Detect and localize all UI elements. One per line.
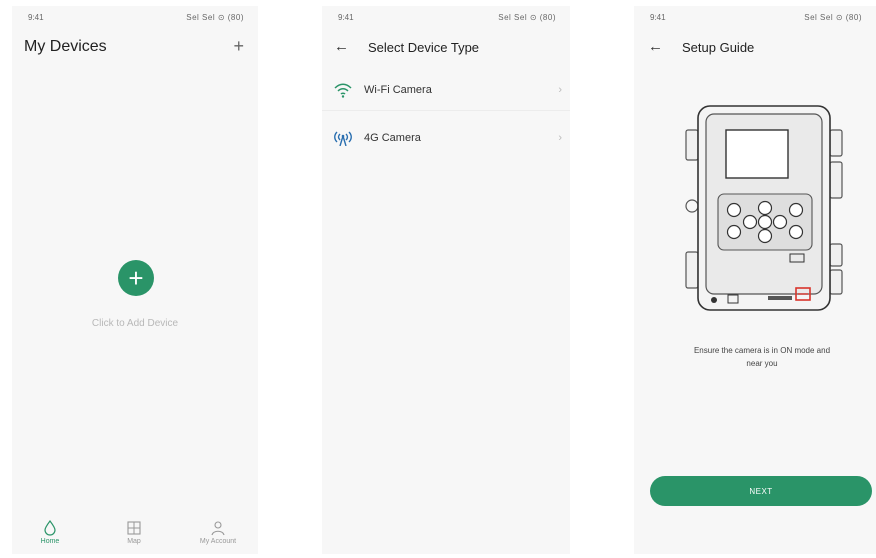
back-arrow-icon[interactable]: ← xyxy=(334,38,349,55)
add-device-icon[interactable]: + xyxy=(233,36,244,57)
tab-my-account[interactable]: My Account xyxy=(188,520,248,545)
select-device-type-screen: 9:41 Sel Sel ⊙ (80) ← Select Device Type… xyxy=(322,6,570,554)
status-signal: Sel Sel ⊙ (80) xyxy=(804,13,862,22)
setup-hint: Ensure the camera is in ON mode and near… xyxy=(656,344,868,370)
status-bar: 9:41 Sel Sel ⊙ (80) xyxy=(322,6,570,28)
next-button[interactable]: NEXT xyxy=(650,476,872,506)
map-icon xyxy=(104,520,164,536)
add-device-button[interactable]: + xyxy=(118,260,154,296)
page-title: My Devices xyxy=(24,38,107,55)
setup-hint-line-2: near you xyxy=(746,359,778,368)
antenna-icon xyxy=(332,130,354,146)
device-type-wifi-camera[interactable]: Wi-Fi Camera › xyxy=(322,70,570,110)
tab-home-label: Home xyxy=(40,538,60,545)
person-icon xyxy=(188,520,248,536)
status-time: 9:41 xyxy=(650,13,666,22)
status-bar: 9:41 Sel Sel ⊙ (80) xyxy=(634,6,876,28)
page-title: Select Device Type xyxy=(368,40,480,55)
add-device-hint[interactable]: Click to Add Device xyxy=(12,318,258,329)
status-signal: Sel Sel ⊙ (80) xyxy=(498,13,556,22)
device-type-4g-camera[interactable]: 4G Camera › xyxy=(322,118,570,158)
back-arrow-icon[interactable]: ← xyxy=(648,38,663,55)
status-time: 9:41 xyxy=(28,13,44,22)
bottom-tab-bar: Home Map My Account xyxy=(12,514,258,554)
wifi-icon xyxy=(332,82,354,98)
chevron-right-icon: › xyxy=(558,132,562,144)
home-icon xyxy=(20,519,80,536)
tab-home[interactable]: Home xyxy=(20,519,80,545)
tab-map-label: Map xyxy=(127,538,141,545)
tab-my-account-label: My Account xyxy=(199,538,237,545)
row-divider xyxy=(322,110,570,111)
my-devices-screen: 9:41 Sel Sel ⊙ (80) My Devices + + Click… xyxy=(12,6,258,554)
status-signal: Sel Sel ⊙ (80) xyxy=(186,13,244,22)
page-title: Setup Guide xyxy=(682,40,755,55)
device-type-label: 4G Camera xyxy=(364,132,421,144)
chevron-right-icon: › xyxy=(558,84,562,96)
device-type-label: Wi-Fi Camera xyxy=(364,84,432,96)
tab-map[interactable]: Map xyxy=(104,520,164,545)
setup-hint-line-1: Ensure the camera is in ON mode and xyxy=(693,346,831,355)
setup-guide-screen: 9:41 Sel Sel ⊙ (80) ← Setup Guide Ensure… xyxy=(634,6,876,554)
trail-camera-illustration xyxy=(684,102,844,319)
status-bar: 9:41 Sel Sel ⊙ (80) xyxy=(12,6,258,28)
status-time: 9:41 xyxy=(338,13,354,22)
